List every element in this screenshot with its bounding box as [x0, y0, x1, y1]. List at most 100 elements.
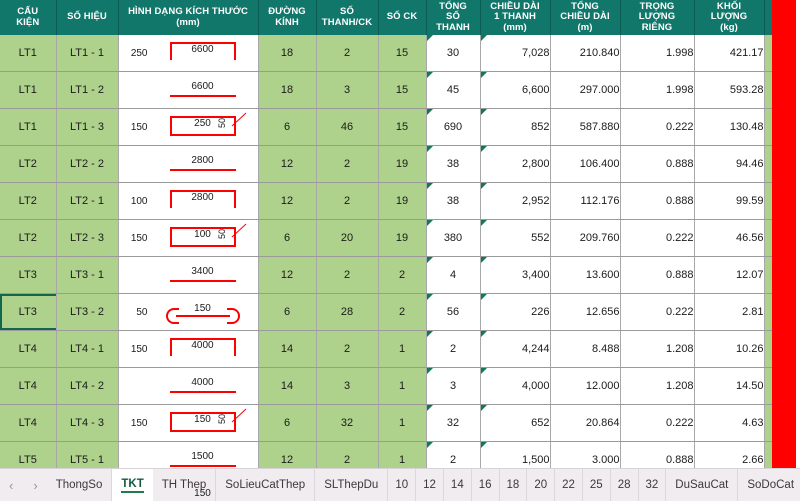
cell-tong-so-thanh[interactable]: 30 [426, 35, 481, 72]
column-header-0[interactable]: CẤU KIỆN [0, 0, 57, 35]
cell-trong-luong-rieng[interactable]: 0.222 [620, 219, 695, 257]
cell-chieu-dai-1-thanh[interactable]: 6,600 [480, 71, 551, 109]
cell-cau-kien[interactable]: LT4 [0, 330, 57, 368]
cell-chieu-dai-1-thanh[interactable]: 4,244 [480, 330, 551, 368]
cell-so-hieu[interactable]: LT2 - 3 [56, 219, 119, 257]
cell-so-ck[interactable]: 15 [378, 35, 427, 72]
sheet-tab-thongso[interactable]: ThongSo [47, 469, 113, 501]
column-header-9[interactable]: TRỌNG LƯỢNG RIÊNG [620, 0, 695, 35]
cell-tong-chieu-dai[interactable]: 13.600 [550, 256, 621, 294]
cell-cau-kien[interactable]: LT4 [0, 367, 57, 405]
cell-hinh-dang[interactable]: 2800 [118, 145, 259, 183]
cell-tong-chieu-dai[interactable]: 587.880 [550, 108, 621, 146]
cell-chieu-dai-1-thanh[interactable]: 3,400 [480, 256, 551, 294]
cell-so-thanh-ck[interactable]: 46 [316, 108, 379, 146]
cell-so-hieu[interactable]: LT3 - 1 [56, 256, 119, 294]
cell-hinh-dang[interactable]: 150 50 100 [118, 219, 259, 257]
sheet-tab-dusaucat[interactable]: DuSauCat [666, 469, 739, 501]
cell-tong-so-thanh[interactable]: 380 [426, 219, 481, 257]
cell-so-thanh-ck[interactable]: 20 [316, 219, 379, 257]
cell-tong-so-thanh[interactable]: 3 [426, 367, 481, 405]
cell-tong-chieu-dai[interactable]: 20.864 [550, 404, 621, 442]
table-row[interactable]: LT1 LT1 - 1 250 6600 18 2 15 30 7,028 210.840 1.99… [0, 35, 800, 72]
cell-so-hieu[interactable]: LT3 - 2 [56, 293, 119, 331]
cell-cau-kien[interactable]: LT1 [0, 35, 57, 72]
sheet-tab-10[interactable]: 10 [388, 469, 417, 501]
column-header-3[interactable]: ĐƯỜNG KÍNH [258, 0, 317, 35]
sheet-tab-20[interactable]: 20 [527, 469, 556, 501]
cell-trong-luong-rieng[interactable]: 0.222 [620, 404, 695, 442]
cell-so-hieu[interactable]: LT1 - 1 [56, 35, 119, 72]
cell-so-hieu[interactable]: LT4 - 2 [56, 367, 119, 405]
cell-tong-so-thanh[interactable]: 4 [426, 256, 481, 294]
cell-so-hieu[interactable]: LT1 - 3 [56, 108, 119, 146]
cell-so-thanh-ck[interactable]: 28 [316, 293, 379, 331]
column-header-10[interactable]: KHỐI LƯỢNG (kg) [694, 0, 765, 35]
cell-cau-kien[interactable]: LT2 [0, 219, 57, 257]
cell-duong-kinh[interactable]: 6 [258, 404, 317, 442]
cell-khoi-luong[interactable]: 14.50 [694, 367, 765, 405]
column-header-8[interactable]: TỔNG CHIỀU DÀI (m) [550, 0, 621, 35]
cell-tong-chieu-dai[interactable]: 209.760 [550, 219, 621, 257]
sheet-tab-25[interactable]: 25 [583, 469, 611, 501]
cell-so-ck[interactable]: 2 [378, 293, 427, 331]
cell-chieu-dai-1-thanh[interactable]: 852 [480, 108, 551, 146]
table-row[interactable]: LT2 LT2 - 2 2800 12 2 19 38 2,800 106.400 0.888 94… [0, 145, 800, 183]
cell-so-hieu[interactable]: LT4 - 1 [56, 330, 119, 368]
table-row[interactable]: LT2 LT2 - 3 150 50 100 6 20 19 380 552 209.760 0.22… [0, 219, 800, 257]
cell-cau-kien[interactable]: LT3 [0, 293, 57, 331]
cell-trong-luong-rieng[interactable]: 1.998 [620, 71, 695, 109]
cell-tong-so-thanh[interactable]: 38 [426, 182, 481, 220]
sheet-tab-16[interactable]: 16 [472, 469, 500, 501]
sheet-tab-22[interactable]: 22 [555, 469, 583, 501]
cell-tong-chieu-dai[interactable]: 8.488 [550, 330, 621, 368]
cell-so-ck[interactable]: 15 [378, 71, 427, 109]
column-header-2[interactable]: HÌNH DẠNG KÍCH THƯỚC (mm) [118, 0, 259, 35]
cell-hinh-dang[interactable]: 4000 [118, 367, 259, 405]
cell-khoi-luong[interactable]: 421.17 [694, 35, 765, 72]
cell-cau-kien[interactable]: LT3 [0, 256, 57, 294]
cell-duong-kinh[interactable]: 12 [258, 182, 317, 220]
cell-hinh-dang[interactable]: 100 2800 [118, 182, 259, 220]
cell-cau-kien[interactable]: LT1 [0, 108, 57, 146]
chevron-right-icon[interactable]: › [30, 478, 40, 493]
cell-so-ck[interactable]: 19 [378, 182, 427, 220]
cell-tong-so-thanh[interactable]: 32 [426, 404, 481, 442]
sheet-tab-12[interactable]: 12 [416, 469, 444, 501]
table-row[interactable]: LT4 LT4 - 2 4000 14 3 1 3 4,000 12.000 1.208 14.50… [0, 367, 800, 405]
table-row[interactable]: LT2 LT2 - 1 100 2800 12 2 19 38 2,952 112.176 0.88… [0, 182, 800, 220]
cell-so-thanh-ck[interactable]: 3 [316, 71, 379, 109]
cell-tong-chieu-dai[interactable]: 12.000 [550, 367, 621, 405]
table-row[interactable]: LT1 LT1 - 2 6600 18 3 15 45 6,600 297.000 1.998 59… [0, 71, 800, 109]
cell-trong-luong-rieng[interactable]: 0.888 [620, 182, 695, 220]
cell-tong-chieu-dai[interactable]: 210.840 [550, 35, 621, 72]
cell-so-ck[interactable]: 2 [378, 256, 427, 294]
cell-so-hieu[interactable]: LT2 - 2 [56, 145, 119, 183]
cell-so-thanh-ck[interactable]: 2 [316, 256, 379, 294]
sheet-tab-28[interactable]: 28 [611, 469, 639, 501]
cell-khoi-luong[interactable]: 46.56 [694, 219, 765, 257]
cell-khoi-luong[interactable]: 99.59 [694, 182, 765, 220]
cell-duong-kinh[interactable]: 14 [258, 367, 317, 405]
cell-trong-luong-rieng[interactable]: 1.998 [620, 35, 695, 72]
cell-khoi-luong[interactable]: 4.63 [694, 404, 765, 442]
cell-duong-kinh[interactable]: 6 [258, 219, 317, 257]
table-row[interactable]: LT3LT3 - 25015062825622612.6560.2222.812… [0, 293, 800, 331]
cell-so-ck[interactable]: 19 [378, 145, 427, 183]
sheet-tab-sodocat[interactable]: SoDoCat [738, 469, 800, 501]
cell-khoi-luong[interactable]: 593.28 [694, 71, 765, 109]
cell-tong-so-thanh[interactable]: 690 [426, 108, 481, 146]
cell-so-thanh-ck[interactable]: 2 [316, 145, 379, 183]
cell-trong-luong-rieng[interactable]: 0.222 [620, 108, 695, 146]
cell-trong-luong-rieng[interactable]: 1.208 [620, 367, 695, 405]
cell-so-thanh-ck[interactable]: 2 [316, 35, 379, 72]
cell-hinh-dang[interactable]: 6600 [118, 71, 259, 109]
cell-so-hieu[interactable]: LT4 - 3 [56, 404, 119, 442]
cell-chieu-dai-1-thanh[interactable]: 226 [480, 293, 551, 331]
cell-so-ck[interactable]: 1 [378, 367, 427, 405]
cell-tong-so-thanh[interactable]: 2 [426, 330, 481, 368]
cell-hinh-dang[interactable]: 50 150 [118, 293, 259, 331]
cell-khoi-luong[interactable]: 2.81 [694, 293, 765, 331]
table-row[interactable]: LT4 LT4 - 1 150 4000 14 2 1 2 4,244 8.488 1.208 10.… [0, 330, 800, 368]
cell-tong-chieu-dai[interactable]: 297.000 [550, 71, 621, 109]
